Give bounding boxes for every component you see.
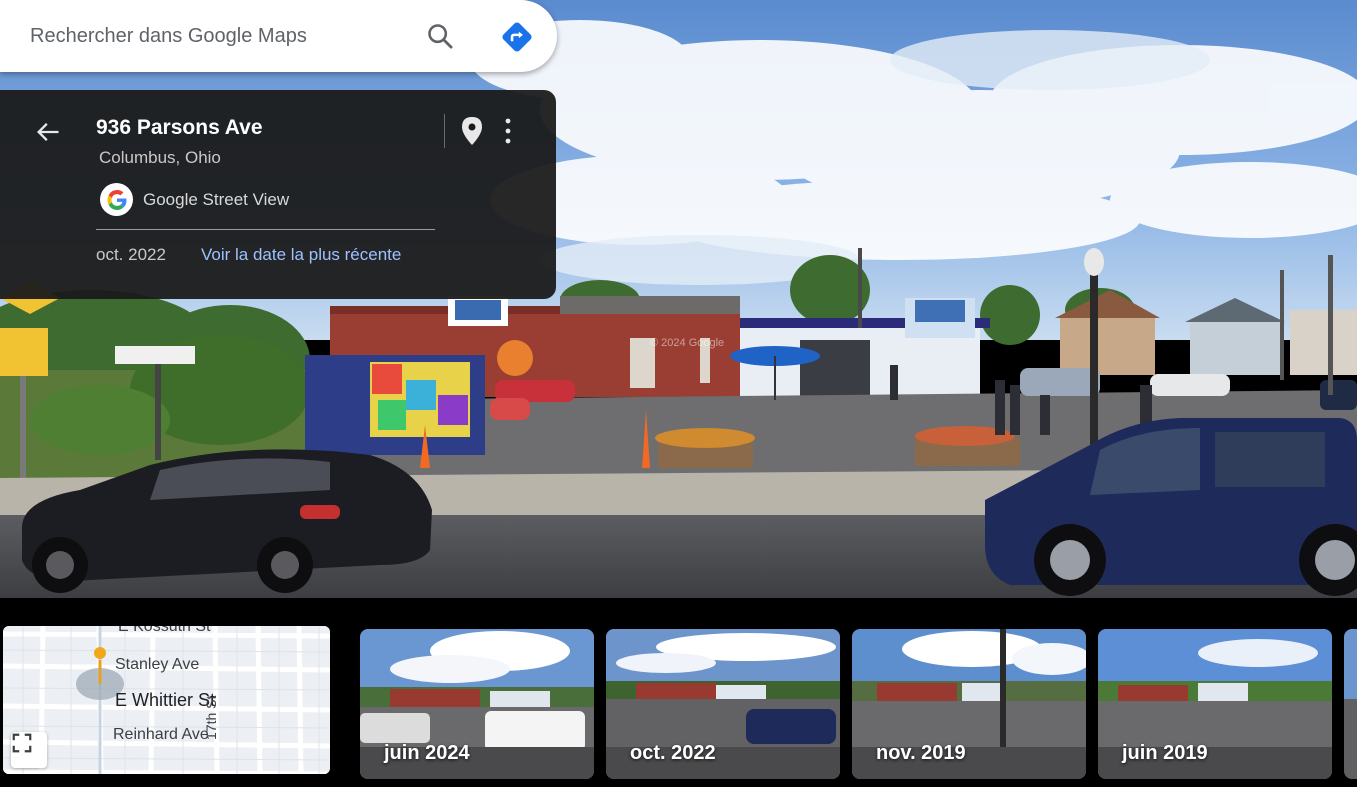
street-label-stanley: Stanley Ave xyxy=(115,656,200,673)
directions-icon xyxy=(502,22,532,52)
address-subtitle: Columbus, Ohio xyxy=(99,148,221,167)
search-input[interactable] xyxy=(30,22,410,50)
timeline-thumb-label: oct. 2022 xyxy=(630,742,716,764)
capture-date: oct. 2022 xyxy=(96,245,166,264)
street-label-reinhard: Reinhard Ave xyxy=(113,726,209,743)
map-pin-icon xyxy=(462,117,482,145)
timeline-thumb-label: nov. 2019 xyxy=(876,742,966,764)
source-attribution: Google Street View xyxy=(100,183,289,216)
expand-map-button[interactable] xyxy=(11,732,47,768)
horizontal-divider xyxy=(96,229,435,230)
street-view-page: © 2024 Google 936 Parsons Ave xyxy=(0,0,1357,787)
search-icon xyxy=(428,24,453,49)
location-info-card: 936 Parsons Ave Columbus, Ohio Google St… xyxy=(0,90,556,299)
bottom-strip: E Kossuth St Stanley Ave E Whittier St R… xyxy=(0,598,1357,787)
timeline-thumb-label: juin 2019 xyxy=(1122,742,1208,764)
arrow-left-icon xyxy=(37,123,59,141)
source-label: Google Street View xyxy=(143,189,290,209)
watermark-text: © 2024 Google xyxy=(650,337,724,349)
mini-map[interactable]: E Kossuth St Stanley Ave E Whittier St R… xyxy=(3,626,330,774)
search-button[interactable] xyxy=(420,16,460,56)
timeline-thumb-juin-2024[interactable]: juin 2024 xyxy=(360,629,594,779)
timeline-thumb-nov-2019[interactable]: nov. 2019 xyxy=(852,629,1086,779)
street-label-whittier: E Whittier St xyxy=(115,690,216,710)
back-button[interactable] xyxy=(28,112,68,152)
timeline-thumb-partial[interactable] xyxy=(1344,629,1357,779)
more-options-button[interactable] xyxy=(494,114,522,148)
vertical-divider xyxy=(444,114,445,148)
search-box xyxy=(0,0,557,72)
show-on-map-button[interactable] xyxy=(456,114,488,148)
street-label-17th: 17th St xyxy=(203,695,219,740)
directions-button[interactable] xyxy=(496,16,538,58)
timeline-thumb-label: juin 2024 xyxy=(384,742,470,764)
timeline-thumb-juin-2019[interactable]: juin 2019 xyxy=(1098,629,1332,779)
street-label-kossuth: E Kossuth St xyxy=(118,626,211,635)
fullscreen-icon xyxy=(12,733,32,753)
address-title: 936 Parsons Ave xyxy=(96,116,263,139)
see-latest-date-link[interactable]: Voir la date la plus récente xyxy=(201,245,401,265)
google-logo-icon xyxy=(100,183,133,216)
more-vertical-icon xyxy=(505,118,511,144)
timeline-thumb-oct-2022[interactable]: oct. 2022 xyxy=(606,629,840,779)
